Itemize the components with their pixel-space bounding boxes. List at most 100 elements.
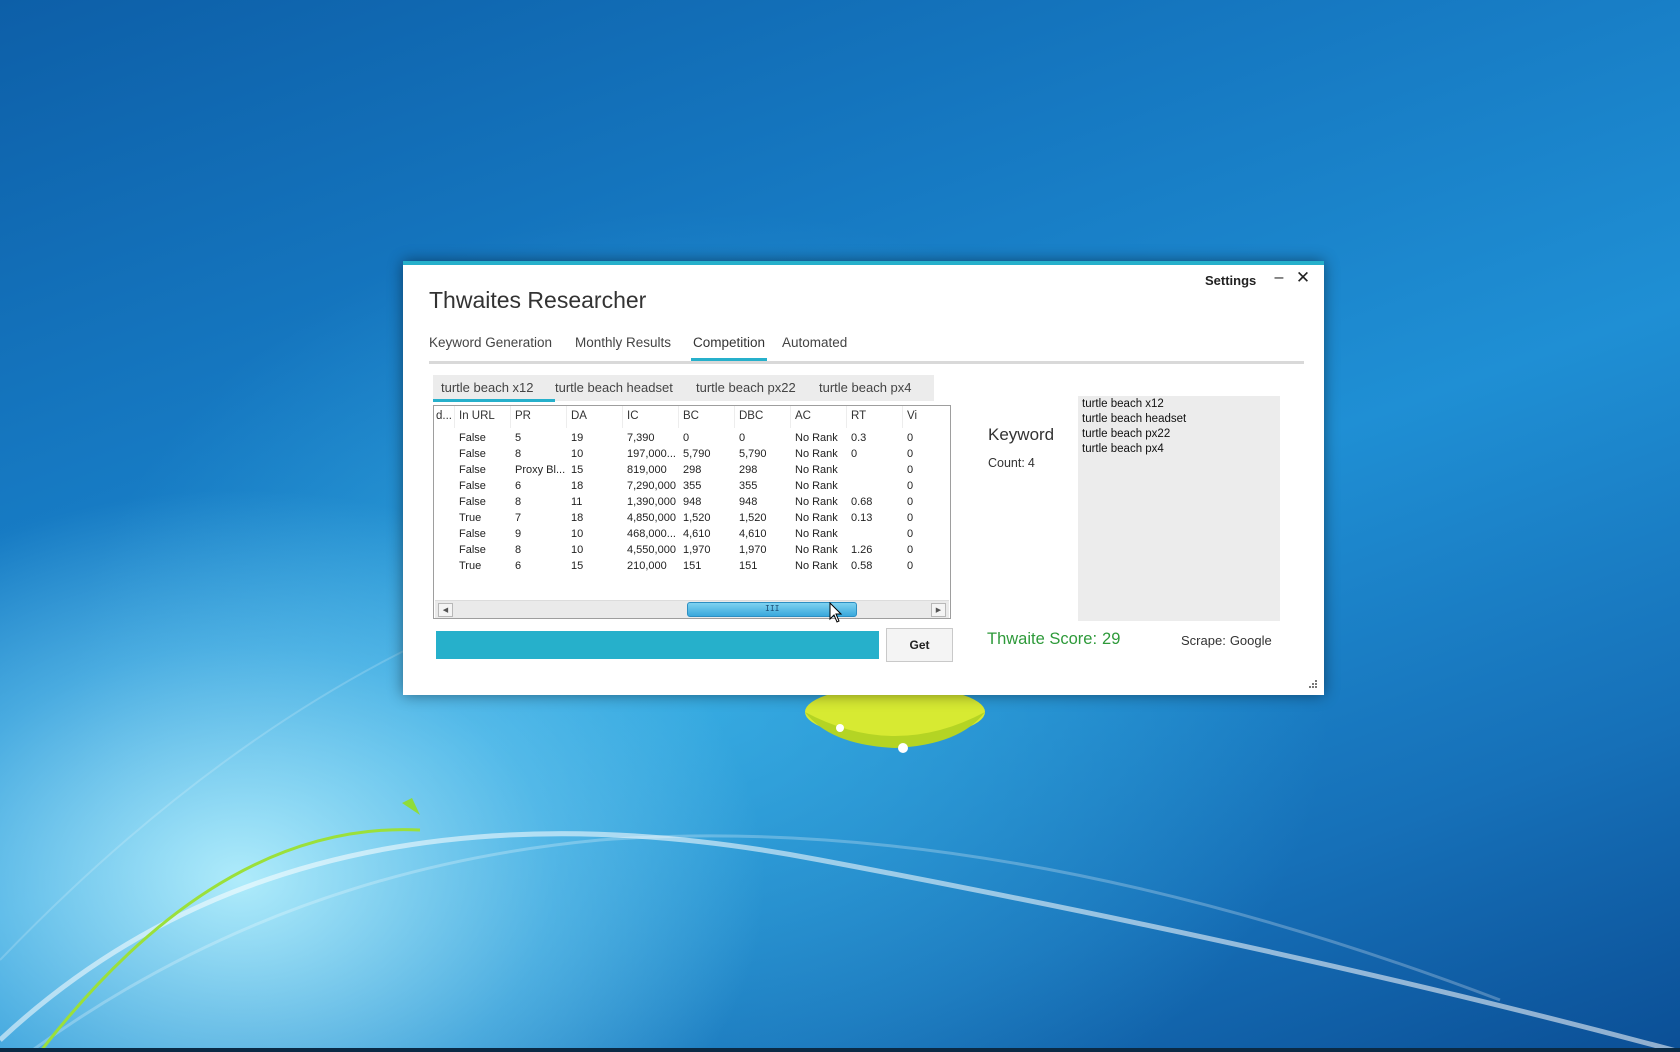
- column-separator[interactable]: [510, 406, 511, 428]
- table-cell: No Rank: [795, 448, 838, 460]
- table-cell: False: [459, 464, 486, 476]
- close-icon[interactable]: ✕: [1295, 269, 1311, 287]
- table-row[interactable]: False 6 18 7,290,000 355 355 No Rank 0: [434, 478, 950, 495]
- table-cell: 1.26: [851, 544, 873, 556]
- column-header[interactable]: AC: [795, 410, 849, 422]
- table-cell: 11: [571, 496, 583, 508]
- table-cell: 1,970: [683, 544, 711, 556]
- tab-competition[interactable]: Competition: [690, 335, 768, 361]
- column-separator[interactable]: [678, 406, 679, 428]
- thwaite-score: Thwaite Score: 29: [987, 630, 1120, 649]
- tab-turtle-beach-headset[interactable]: turtle beach headset: [555, 380, 673, 395]
- table-cell: 0: [739, 432, 746, 444]
- app-window: Thwaites Researcher Settings – ✕ Keyword…: [403, 261, 1324, 695]
- tab-monthly-results[interactable]: Monthly Results: [575, 335, 671, 356]
- table-cell: 7,290,000: [627, 480, 676, 492]
- table-row[interactable]: True 6 15 210,000 151 151 No Rank 0.58 0: [434, 558, 950, 575]
- table-cell: 0: [907, 560, 914, 572]
- get-button[interactable]: Get: [886, 628, 953, 662]
- table-cell: 0: [907, 528, 914, 540]
- table-cell: No Rank: [795, 544, 838, 556]
- table-cell: No Rank: [795, 560, 838, 572]
- scrape-source: Scrape: Google: [1181, 633, 1272, 648]
- column-separator[interactable]: [734, 406, 735, 428]
- app-title: Thwaites Researcher: [429, 287, 647, 313]
- table-cell: 298: [739, 464, 758, 476]
- tab-keyword-generation[interactable]: Keyword Generation: [429, 335, 552, 356]
- table-cell: 0.58: [851, 560, 873, 572]
- table-cell: 10: [571, 448, 584, 460]
- table-row[interactable]: False 5 19 7,390 0 0 No Rank 0.3 0: [434, 430, 950, 447]
- column-header[interactable]: DBC: [739, 410, 793, 422]
- count-label: Count:: [988, 456, 1025, 470]
- table-cell: 10: [571, 544, 584, 556]
- settings-button[interactable]: Settings: [1205, 273, 1256, 288]
- scroll-right-icon[interactable]: ▶: [931, 603, 946, 617]
- table-cell: 0: [907, 464, 914, 476]
- table-cell: False: [459, 528, 486, 540]
- column-separator[interactable]: [622, 406, 623, 428]
- column-header[interactable]: Vi: [907, 410, 927, 422]
- column-header[interactable]: d...: [436, 410, 456, 422]
- main-tab-bar: Keyword Generation Monthly Results Compe…: [429, 335, 1304, 364]
- table-cell: 18: [571, 480, 584, 492]
- list-item[interactable]: turtle beach x12: [1082, 398, 1164, 410]
- scroll-left-icon[interactable]: ◀: [438, 603, 453, 617]
- table-row[interactable]: False 8 10 4,550,000 1,970 1,970 No Rank 1.26 0: [434, 542, 950, 559]
- score-value: 29: [1102, 630, 1121, 648]
- list-item[interactable]: turtle beach px4: [1082, 443, 1164, 455]
- tab-turtle-beach-px22[interactable]: turtle beach px22: [696, 380, 796, 395]
- table-cell: 4,550,000: [627, 544, 676, 556]
- column-header[interactable]: IC: [627, 410, 681, 422]
- table-cell: 151: [683, 560, 702, 572]
- table-cell: 4,850,000: [627, 512, 676, 524]
- table-cell: 0.13: [851, 512, 873, 524]
- column-separator[interactable]: [790, 406, 791, 428]
- minimize-icon[interactable]: –: [1271, 269, 1287, 287]
- table-cell: False: [459, 432, 486, 444]
- tab-turtle-beach-x12[interactable]: turtle beach x12: [441, 380, 534, 395]
- table-cell: 0: [907, 432, 914, 444]
- table-cell: 819,000: [627, 464, 667, 476]
- column-header[interactable]: DA: [571, 410, 625, 422]
- column-separator[interactable]: [566, 406, 567, 428]
- keyword-list[interactable]: turtle beach x12 turtle beach headset tu…: [1078, 396, 1280, 621]
- resize-grip-icon[interactable]: [1308, 679, 1318, 689]
- list-item[interactable]: turtle beach px22: [1082, 428, 1170, 440]
- table-cell: 10: [571, 528, 584, 540]
- column-header[interactable]: RT: [851, 410, 905, 422]
- table-cell: 6: [515, 480, 522, 492]
- table-row[interactable]: False Proxy Bl... 15 819,000 298 298 No Rank 0: [434, 462, 950, 479]
- table-cell: 7,390: [627, 432, 655, 444]
- column-separator[interactable]: [846, 406, 847, 428]
- table-row[interactable]: True 7 18 4,850,000 1,520 1,520 No Rank 0.13 0: [434, 510, 950, 527]
- table-cell: No Rank: [795, 464, 838, 476]
- table-row[interactable]: False 8 10 197,000... 5,790 5,790 No Rank 0 0: [434, 446, 950, 463]
- column-header[interactable]: BC: [683, 410, 737, 422]
- column-separator[interactable]: [902, 406, 903, 428]
- table-row[interactable]: False 8 11 1,390,000 948 948 No Rank 0.68 0: [434, 494, 950, 511]
- tab-automated[interactable]: Automated: [782, 335, 847, 356]
- table-cell: False: [459, 448, 486, 460]
- table-row[interactable]: False 9 10 468,000... 4,610 4,610 No Rank 0: [434, 526, 950, 543]
- column-header[interactable]: PR: [515, 410, 569, 422]
- table-cell: False: [459, 480, 486, 492]
- table-cell: False: [459, 544, 486, 556]
- table-cell: 7: [515, 512, 522, 524]
- table-cell: 0: [683, 432, 690, 444]
- competition-grid[interactable]: d... In URL PR DA IC BC DBC AC RT Vi False 5 19 7,39…: [433, 405, 951, 619]
- table-cell: No Rank: [795, 432, 838, 444]
- tab-turtle-beach-px4[interactable]: turtle beach px4: [819, 380, 912, 395]
- score-label: Thwaite Score:: [987, 630, 1098, 648]
- column-separator[interactable]: [454, 406, 455, 428]
- list-item[interactable]: turtle beach headset: [1082, 413, 1186, 425]
- table-cell: 0: [907, 480, 914, 492]
- horizontal-scrollbar[interactable]: ◀ III ▶: [435, 600, 949, 618]
- table-cell: 0: [907, 496, 914, 508]
- table-cell: 151: [739, 560, 758, 572]
- mouse-cursor-icon: [829, 602, 843, 623]
- column-header[interactable]: In URL: [459, 410, 513, 422]
- table-cell: 355: [683, 480, 702, 492]
- table-cell: 210,000: [627, 560, 667, 572]
- table-cell: 1,390,000: [627, 496, 676, 508]
